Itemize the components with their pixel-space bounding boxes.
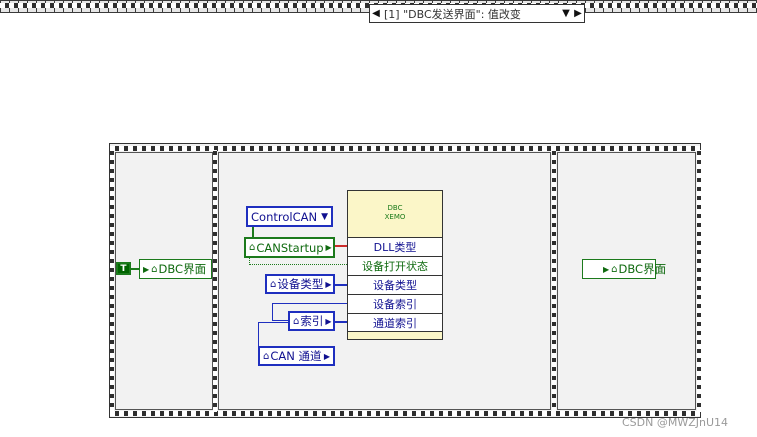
home-icon: ⌂	[263, 350, 270, 362]
home-icon: ⌂	[151, 263, 158, 275]
wire-enum-to-startup	[252, 227, 254, 238]
true-constant[interactable]: T	[116, 262, 131, 275]
canstartup-local-variable[interactable]: ⌂ CANStartup ▶	[244, 237, 335, 258]
frame-separator-2	[552, 150, 556, 412]
csdn-watermark: CSDN @MWZJnU14	[622, 416, 729, 429]
home-icon: ⌂	[611, 263, 618, 275]
wire-status-h	[249, 264, 347, 265]
sequence-bottom-film	[110, 411, 700, 416]
can-channel-local-variable[interactable]: ⌂ CAN 通道 ▶	[258, 346, 335, 366]
arrow-out-icon: ▶	[323, 351, 330, 361]
sequence-frame-3[interactable]	[557, 152, 696, 410]
dbc-interface-property-node-left[interactable]: ▶ ⌂ DBC界面	[139, 259, 212, 279]
home-icon: ⌂	[270, 278, 277, 290]
arrow-out-icon: ▶	[325, 243, 332, 252]
sequence-frame-1[interactable]	[115, 152, 213, 410]
chevron-down-icon[interactable]: ▼	[321, 212, 328, 222]
arrow-out-icon: ▶	[325, 279, 332, 289]
sequence-left-film	[110, 150, 114, 412]
wire-index-top	[272, 303, 347, 304]
controlcan-label: ControlCAN	[251, 209, 318, 224]
wire-status-v	[249, 258, 250, 265]
wire-startup-dll	[335, 245, 347, 247]
canstartup-label: CANStartup	[256, 240, 324, 255]
event-case-label: [1] "DBC发送界面": 值改变	[384, 7, 521, 21]
node-title-line2: XEMO	[384, 213, 406, 221]
wire-index-up	[272, 303, 273, 321]
node-input-dll-type[interactable]: DLL类型	[348, 237, 442, 256]
wire-channel-top	[258, 322, 288, 323]
wire-device-type	[335, 284, 347, 286]
decrement-case-icon[interactable]: ◀	[370, 8, 382, 19]
node-input-device-type[interactable]: 设备类型	[348, 275, 442, 294]
dbc-interface-label: DBC界面	[158, 262, 207, 276]
case-dropdown-icon[interactable]: ▼	[560, 8, 572, 19]
dbc-interface-label-right: DBC界面	[618, 262, 667, 276]
device-type-local-variable[interactable]: ⌂ 设备类型 ▶	[265, 274, 335, 294]
arrow-in-icon: ▶	[603, 264, 610, 274]
node-input-device-open-status[interactable]: 设备打开状态	[348, 256, 442, 275]
node-title-line1: DBC	[387, 204, 403, 212]
device-type-label: 设备类型	[277, 277, 324, 291]
node-input-channel-index[interactable]: 通道索引	[348, 313, 442, 332]
controlcan-enum-constant[interactable]: ControlCAN ▼	[246, 206, 333, 227]
home-icon: ⌂	[293, 315, 300, 327]
arrow-in-icon: ▶	[143, 264, 150, 274]
increment-case-icon[interactable]: ▶	[572, 8, 584, 19]
wire-index-left	[272, 320, 289, 321]
home-icon: ⌂	[249, 242, 256, 253]
sequence-top-film	[110, 146, 700, 151]
sequence-right-film	[697, 150, 701, 412]
can-channel-label: CAN 通道	[270, 349, 322, 363]
node-input-device-index[interactable]: 设备索引	[348, 294, 442, 313]
dbc-interface-property-node-right[interactable]: ▶ ⌂ DBC界面	[582, 259, 666, 279]
index-local-variable[interactable]: ⌂ 索引 ▶	[288, 311, 335, 331]
event-case-selector[interactable]: ◀ [1] "DBC发送界面": 值改变 ▼ ▶	[369, 4, 585, 23]
wire-channel-up	[258, 322, 259, 346]
arrow-out-icon: ▶	[325, 316, 332, 326]
wire-index-device	[335, 321, 347, 323]
frame-separator-1	[213, 150, 217, 412]
index-label: 索引	[300, 314, 324, 328]
